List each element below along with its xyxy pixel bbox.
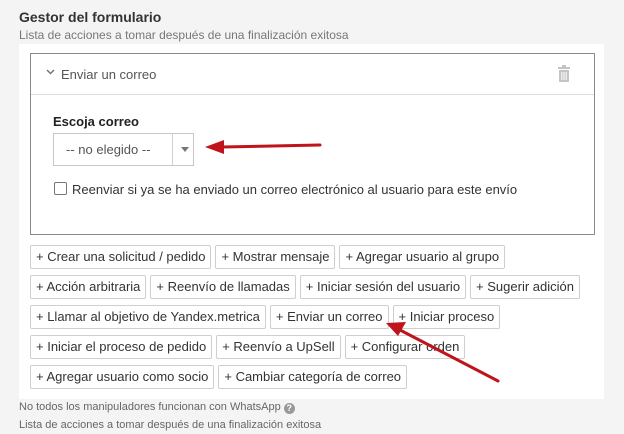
chip-row: + Agregar usuario como socio + Cambiar c… [30,365,600,389]
choose-email-label: Escoja correo [53,114,139,129]
add-action-buttons: + Crear una solicitud / pedido + Mostrar… [30,245,600,395]
footer-subtitle: Lista de acciones a tomar después de una… [19,419,322,431]
add-suggest-addition-button[interactable]: + Sugerir adición [470,275,580,299]
chip-row: + Llamar al objetivo de Yandex.metrica +… [30,305,600,329]
add-start-process-button[interactable]: + Iniciar proceso [392,305,501,329]
whatsapp-note: No todos los manipuladores funcionan con… [19,401,295,414]
add-call-forwarding-button[interactable]: + Reenvío de llamadas [150,275,296,299]
chip-row: + Acción arbitraria + Reenvío de llamada… [30,275,600,299]
action-title: Enviar un correo [61,67,157,82]
add-user-as-partner-button[interactable]: + Agregar usuario como socio [30,365,215,389]
add-yandex-metrica-goal-button[interactable]: + Llamar al objetivo de Yandex.metrica [30,305,266,329]
add-upsell-forward-button[interactable]: + Reenvío a UpSell [216,335,341,359]
resend-checkbox-label[interactable]: Reenviar si ya se ha enviado un correo e… [72,182,517,197]
chip-row: + Crear una solicitud / pedido + Mostrar… [30,245,600,269]
form-handler-subtitle: Lista de acciones a tomar después de una… [19,28,349,42]
send-email-action-card: Enviar un correo Escoja correo -- no ele… [30,53,595,235]
form-handler-title: Gestor del formulario [19,9,162,25]
add-user-login-button[interactable]: + Iniciar sesión del usuario [299,275,467,299]
add-user-to-group-button[interactable]: + Agregar usuario al grupo [339,245,506,269]
email-select-value: -- no elegido -- [66,142,151,157]
add-create-request-button[interactable]: + Crear una solicitud / pedido [30,245,212,269]
caret-down-icon [181,147,189,152]
add-send-email-button[interactable]: + Enviar un correo [269,305,389,329]
actions-panel: Enviar un correo Escoja correo -- no ele… [19,44,604,399]
help-icon[interactable]: ? [283,403,295,414]
add-change-email-category-button[interactable]: + Cambiar categoría de correo [218,365,408,389]
whatsapp-note-text: No todos los manipuladores funcionan con… [19,401,281,413]
add-arbitrary-action-button[interactable]: + Acción arbitraria [30,275,147,299]
add-show-message-button[interactable]: + Mostrar mensaje [215,245,336,269]
chip-row: + Iniciar el proceso de pedido + Reenvío… [30,335,600,359]
trash-icon[interactable] [557,65,571,82]
chevron-down-icon[interactable] [46,69,55,75]
action-header[interactable]: Enviar un correo [31,54,594,95]
add-start-order-process-button[interactable]: + Iniciar el proceso de pedido [30,335,213,359]
email-select[interactable]: -- no elegido -- [53,133,194,166]
select-divider [172,134,173,165]
resend-checkbox[interactable] [54,182,67,195]
add-configure-order-button[interactable]: + Configurar orden [344,335,466,359]
